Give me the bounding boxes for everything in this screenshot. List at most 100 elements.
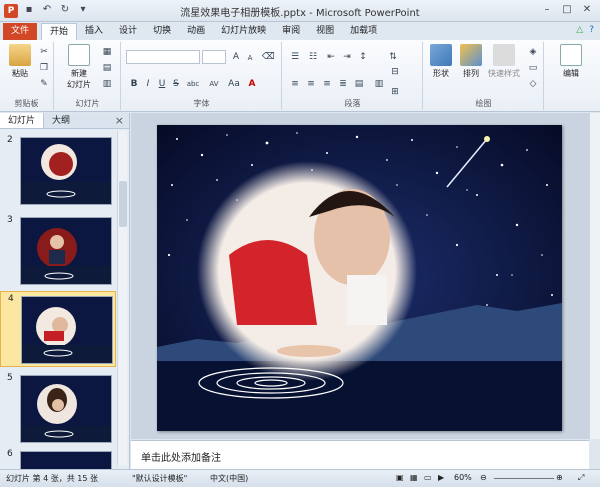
- slide-thumbnail-image: [21, 296, 113, 364]
- slide-thumbnail[interactable]: 6: [0, 447, 116, 469]
- font-family-combo[interactable]: [126, 50, 200, 64]
- slideshow-view-icon[interactable]: ▶: [438, 473, 444, 482]
- align-left-icon[interactable]: ≡: [289, 78, 301, 90]
- paste-button[interactable]: 粘贴: [2, 44, 38, 79]
- minimize-icon[interactable]: –: [538, 2, 556, 18]
- align-center-icon[interactable]: ≡: [305, 78, 317, 90]
- tab-view[interactable]: 视图: [308, 23, 342, 40]
- slide-canvas: [157, 125, 562, 431]
- zoom-in-icon[interactable]: ⊕: [556, 473, 563, 482]
- redo-icon[interactable]: ↻: [58, 3, 72, 17]
- help-icon[interactable]: ?: [589, 25, 594, 35]
- bullets-icon[interactable]: ☰: [289, 51, 301, 63]
- slide-thumbnail[interactable]: 3: [0, 213, 116, 289]
- photo-hand: [277, 345, 341, 357]
- tab-addins[interactable]: 加载项: [342, 23, 385, 40]
- line-spacing-icon[interactable]: ↕: [357, 51, 369, 63]
- grow-font-icon[interactable]: A: [230, 51, 242, 63]
- shape-outline-icon[interactable]: ▭: [527, 62, 539, 74]
- italic-button[interactable]: I: [142, 78, 154, 90]
- tab-insert[interactable]: 插入: [77, 23, 111, 40]
- cut-icon[interactable]: ✂: [38, 46, 50, 58]
- minimize-ribbon-icon[interactable]: △: [576, 25, 583, 35]
- section-icon[interactable]: ▥: [101, 78, 113, 90]
- undo-icon[interactable]: ↶: [40, 3, 54, 17]
- tab-slideshow[interactable]: 幻灯片放映: [213, 23, 274, 40]
- underline-button[interactable]: U: [156, 78, 168, 90]
- tab-design[interactable]: 设计: [111, 23, 145, 40]
- shapes-icon: [430, 44, 452, 66]
- save-icon[interactable]: ▪: [22, 3, 36, 17]
- increase-indent-icon[interactable]: ⇥: [341, 51, 353, 63]
- shrink-font-icon[interactable]: A: [244, 52, 256, 64]
- tab-home[interactable]: 开始: [41, 23, 78, 40]
- tab-animations[interactable]: 动画: [179, 23, 213, 40]
- arrange-button[interactable]: 排列: [456, 44, 486, 79]
- shape-effects-icon[interactable]: ◇: [527, 78, 539, 90]
- customize-qat-icon[interactable]: ▾: [76, 3, 90, 17]
- align-right-icon[interactable]: ≡: [321, 78, 333, 90]
- change-case-button[interactable]: Aa: [226, 78, 242, 90]
- ribbon: 粘贴 ✂ ❐ ✎ 剪贴板 新建 幻灯片 ▦ ▤ ▥ 幻灯片 A A ⌫ B I …: [0, 40, 600, 112]
- paragraph-group: ☰ ☷ ⇤ ⇥ ↕ ⇅ ≡ ≡ ≡ ≣ ▤ ▥ ⊟ ⊞ 段落: [283, 42, 423, 110]
- numbering-icon[interactable]: ☷: [307, 51, 319, 63]
- slides-pane-scrollbar[interactable]: [117, 131, 127, 465]
- bold-button[interactable]: B: [128, 78, 140, 90]
- current-slide[interactable]: [157, 125, 562, 431]
- tab-file[interactable]: 文件: [3, 23, 38, 40]
- text-direction-icon[interactable]: ⇅: [387, 51, 399, 63]
- format-painter-icon[interactable]: ✎: [38, 78, 50, 90]
- thumbnail-preview: [21, 452, 111, 469]
- smartart-icon[interactable]: ⊞: [389, 86, 401, 98]
- columns-icon[interactable]: ▥: [373, 78, 385, 90]
- tab-transitions[interactable]: 切换: [145, 23, 179, 40]
- shapes-button[interactable]: 形状: [426, 44, 456, 79]
- powerpoint-app-icon[interactable]: P: [4, 4, 18, 18]
- slides-pane: 幻灯片 大纲 × 2 3 4 5 6: [0, 113, 130, 469]
- status-bar: 幻灯片 第 4 张，共 15 张 "默认设计模板" 中文(中国) ▣ ▦ ▭ ▶…: [0, 469, 600, 487]
- reading-view-icon[interactable]: ▭: [424, 473, 432, 482]
- close-icon[interactable]: ✕: [578, 2, 596, 18]
- distribute-icon[interactable]: ▤: [353, 78, 365, 90]
- zoom-slider[interactable]: [494, 478, 554, 479]
- slide-editing-area: [131, 113, 600, 439]
- tab-outline[interactable]: 大纲: [44, 113, 78, 128]
- title-bar: P ▪ ↶ ↻ ▾ 流星效果电子相册模板.pptx - Microsoft Po…: [0, 0, 600, 22]
- notes-pane[interactable]: 单击此处添加备注: [131, 440, 589, 469]
- scroll-thumb[interactable]: [119, 181, 127, 227]
- slide-thumbnail[interactable]: 2: [0, 133, 116, 209]
- close-pane-icon[interactable]: ×: [115, 114, 124, 127]
- slide-thumbnail[interactable]: 5: [0, 371, 116, 447]
- zoom-out-icon[interactable]: ⊖: [480, 473, 487, 482]
- thumbnail-preview: [22, 297, 112, 363]
- theme-status[interactable]: "默认设计模板": [132, 473, 187, 484]
- normal-view-icon[interactable]: ▣: [396, 473, 404, 482]
- zoom-level[interactable]: 60%: [454, 473, 472, 482]
- maximize-icon[interactable]: □: [558, 2, 576, 18]
- tab-review[interactable]: 审阅: [274, 23, 308, 40]
- font-color-button[interactable]: A: [246, 78, 258, 90]
- new-slide-button[interactable]: 新建 幻灯片: [61, 44, 97, 90]
- shadow-button[interactable]: abc: [184, 78, 202, 90]
- slide-sorter-icon[interactable]: ▦: [410, 473, 418, 482]
- language-status[interactable]: 中文(中国): [210, 473, 248, 484]
- reset-icon[interactable]: ▤: [101, 62, 113, 74]
- slide-scrollbar[interactable]: [589, 113, 600, 439]
- char-spacing-button[interactable]: AV: [206, 78, 222, 90]
- shape-fill-icon[interactable]: ◈: [527, 46, 539, 58]
- copy-icon[interactable]: ❐: [38, 62, 50, 74]
- tab-slides[interactable]: 幻灯片: [0, 113, 45, 128]
- fit-window-icon[interactable]: ⤢: [578, 473, 584, 483]
- strikethrough-button[interactable]: S: [170, 78, 182, 90]
- slides-group: 新建 幻灯片 ▦ ▤ ▥ 幻灯片: [55, 42, 121, 110]
- layout-icon[interactable]: ▦: [101, 46, 113, 58]
- clear-format-icon[interactable]: ⌫: [262, 51, 275, 63]
- quick-styles-button[interactable]: 快速样式: [484, 44, 524, 79]
- slide-thumbnail-selected[interactable]: 4: [0, 291, 116, 367]
- decrease-indent-icon[interactable]: ⇤: [325, 51, 337, 63]
- slide-count-status: 幻灯片 第 4 张，共 15 张: [6, 474, 98, 483]
- editing-button[interactable]: 编辑: [553, 44, 589, 79]
- justify-icon[interactable]: ≣: [337, 78, 349, 90]
- align-text-icon[interactable]: ⊟: [389, 66, 401, 78]
- font-size-combo[interactable]: [202, 50, 226, 64]
